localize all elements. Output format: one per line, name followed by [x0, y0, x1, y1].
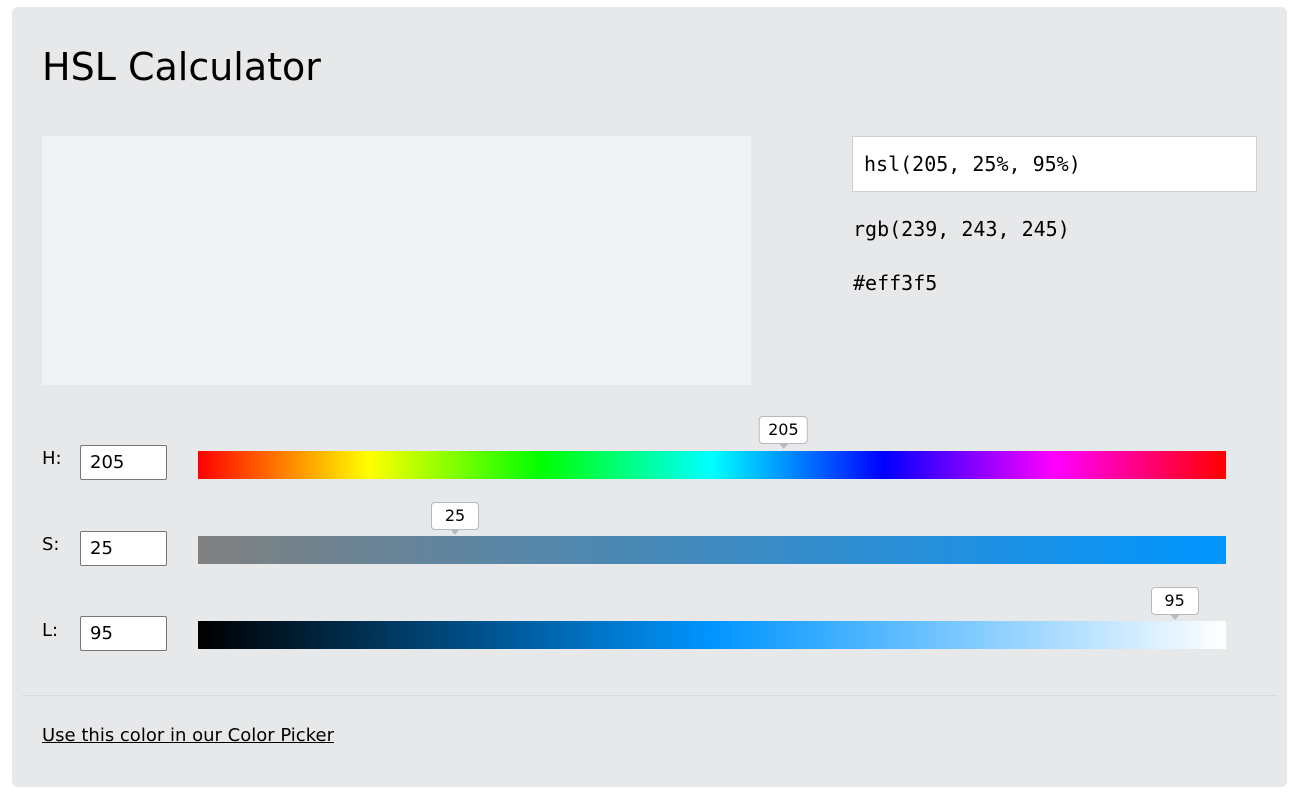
saturation-slider-tooltip[interactable]: 25: [431, 502, 479, 535]
footer-divider: [22, 695, 1277, 696]
color-picker-link[interactable]: Use this color in our Color Picker: [42, 724, 334, 748]
hsl-text-input[interactable]: [852, 136, 1257, 192]
saturation-input[interactable]: [80, 531, 167, 566]
hex-value: #eff3f5: [853, 271, 938, 295]
lightness-input[interactable]: [80, 616, 167, 651]
rgb-value: rgb(239, 243, 245): [853, 217, 1070, 241]
lightness-slider-tooltip[interactable]: 95: [1150, 587, 1199, 620]
hue-label: H:: [42, 448, 62, 469]
hsl-calculator-panel: HSL Calculator rgb(239, 243, 245) #eff3f…: [12, 7, 1287, 787]
page-title: HSL Calculator: [42, 45, 321, 89]
hue-slider-tooltip[interactable]: 205: [759, 416, 808, 449]
lightness-slider[interactable]: 95: [198, 587, 1226, 649]
hue-input[interactable]: [80, 445, 167, 480]
lightness-label: L:: [42, 620, 59, 641]
saturation-slider[interactable]: 25: [198, 502, 1226, 564]
hue-slider[interactable]: 205: [198, 416, 1226, 479]
color-preview-swatch: [42, 136, 751, 385]
saturation-label: S:: [42, 534, 60, 555]
